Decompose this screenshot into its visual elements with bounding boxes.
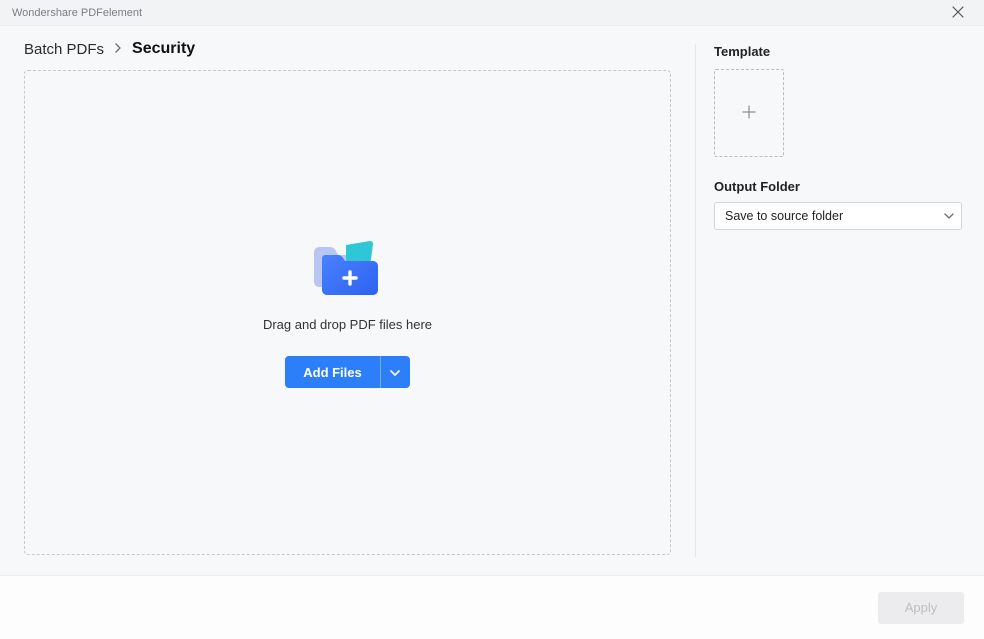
output-folder-label: Output Folder [714, 179, 962, 194]
breadcrumb-current: Security [132, 40, 195, 58]
folder-plus-icon [312, 237, 384, 299]
app-title: Wondershare PDFelement [12, 7, 142, 19]
add-files-group: Add Files [285, 356, 410, 388]
add-files-more-button[interactable] [380, 356, 410, 388]
chevron-right-icon [114, 42, 122, 56]
footer: Apply [0, 575, 984, 639]
add-template-button[interactable] [714, 69, 784, 157]
breadcrumb: Batch PDFs Security [24, 40, 671, 58]
template-section: Template [714, 44, 962, 157]
apply-button[interactable]: Apply [878, 592, 964, 624]
template-label: Template [714, 44, 962, 59]
file-dropzone[interactable]: Drag and drop PDF files here Add Files [24, 70, 671, 555]
titlebar: Wondershare PDFelement [0, 0, 984, 26]
left-pane: Batch PDFs Security [0, 26, 695, 575]
close-button[interactable] [944, 2, 972, 24]
breadcrumb-root[interactable]: Batch PDFs [24, 41, 104, 58]
right-pane: Template Output Folder Save to source fo… [696, 26, 984, 575]
content: Batch PDFs Security [0, 26, 984, 575]
close-icon [952, 5, 964, 21]
plus-icon [742, 103, 756, 124]
output-folder-section: Output Folder Save to source folder [714, 179, 962, 230]
output-folder-select[interactable]: Save to source folder [714, 202, 962, 230]
dropzone-hint: Drag and drop PDF files here [263, 317, 432, 332]
add-files-button[interactable]: Add Files [285, 356, 380, 388]
chevron-down-icon [390, 365, 400, 380]
output-folder-select-wrapper: Save to source folder [714, 202, 962, 230]
